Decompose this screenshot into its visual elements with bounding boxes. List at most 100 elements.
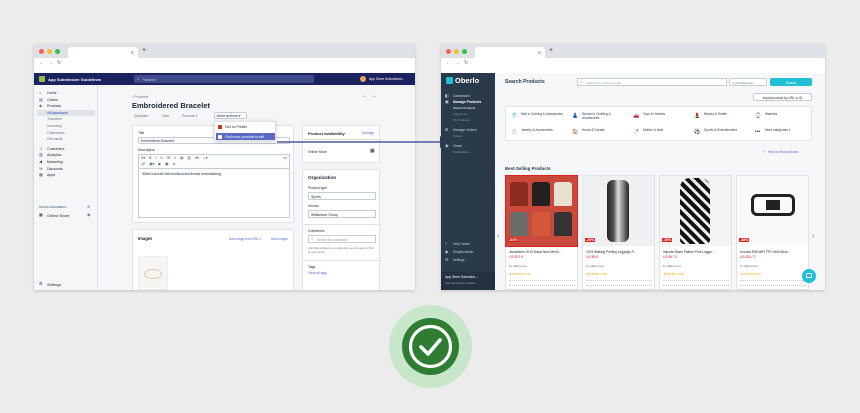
- browser-tab[interactable]: ✕: [475, 47, 545, 58]
- product-meta-line: [509, 280, 575, 281]
- reload-icon[interactable]: ↻: [464, 60, 468, 66]
- product-name: 2019 Walking Printing Leggings P...: [586, 250, 636, 254]
- store-switcher-name: App Store Submissi...: [445, 275, 478, 279]
- discount-badge: -30%: [662, 238, 673, 242]
- category-label: Beauty & Health: [704, 112, 728, 116]
- oberlo-nav-label: Search Products: [453, 106, 476, 110]
- product-search-input[interactable]: ⌕ Search for products to sell: [577, 78, 727, 86]
- oberlo-nav-label: Orders: [453, 134, 463, 138]
- help-icon: ?: [763, 149, 766, 154]
- product-rating: ★★★★★ (412): [740, 272, 762, 276]
- oberlo-bottom-nav-help-center[interactable]: ? Help Center: [441, 241, 495, 247]
- oberlo-nav-label: Manage Orders: [453, 128, 477, 132]
- product-card[interactable]: -30% Impulse Black Pattern Print Leggin..…: [659, 175, 732, 290]
- shopify-bag-icon: ◆: [445, 249, 449, 254]
- url-bar[interactable]: ← → ↻: [441, 58, 825, 68]
- help-find-link[interactable]: Help on find products: [768, 150, 798, 154]
- store-switcher-sub: App Submission Guideli...: [445, 281, 478, 285]
- product-meta-line: [509, 285, 575, 286]
- oberlo-bottom-nav-shopify-admin[interactable]: ◆ Shopify Admin: [441, 249, 495, 255]
- watch-icon: ⌚: [755, 113, 762, 119]
- toy-icon: 🚗: [633, 113, 640, 119]
- product-seller: by AliExpress: [740, 264, 759, 268]
- product-image: [505, 175, 578, 247]
- edit-on-printful-item[interactable]: Edit on Printful: [225, 125, 247, 129]
- carousel-left-icon[interactable]: ‹: [497, 233, 499, 240]
- drone-body: [766, 200, 780, 210]
- oberlo-nav-label: Settings: [453, 258, 465, 262]
- product-image: [737, 176, 808, 246]
- category-select[interactable]: In All Categories: [729, 78, 767, 86]
- product-rating: ★★★★★ (434): [663, 272, 685, 276]
- category-label: More categories ▾: [765, 128, 791, 132]
- checkmark-icon: [408, 324, 453, 369]
- close-dot[interactable]: [446, 49, 451, 54]
- oberlo-nav-my-products[interactable]: My Products: [441, 117, 495, 123]
- tab-close-icon[interactable]: ✕: [538, 50, 541, 55]
- oberlo-nav-label: Shopify Admin: [453, 250, 474, 254]
- category-sports-entertainment[interactable]: ⚽ Sports & Entertainment: [693, 126, 751, 140]
- oberlo-browser-window: ✕ + ← → ↻ Oberlo ◧ Dashboard ▣ Manage Product…: [441, 44, 825, 290]
- find-products-item[interactable]: Find more products to sell: [216, 133, 275, 140]
- category-home-garden[interactable]: 🏠 Home & Garden: [571, 126, 629, 140]
- product-card[interactable]: -29% 2019 Walking Printing Leggings P... U…: [582, 175, 655, 290]
- shirt-swatch: [532, 212, 550, 236]
- eye-icon: ◉: [445, 143, 449, 148]
- product-card[interactable]: -64% Jacksitems 2019 Brand New Men's... US…: [505, 175, 578, 290]
- back-icon[interactable]: ←: [446, 60, 451, 66]
- best-selling-heading: Best-Selling Products: [505, 166, 551, 171]
- forward-icon[interactable]: →: [455, 60, 460, 66]
- category-women-s-clothing-accessories[interactable]: 👗 Women's Clothing & Accessories: [571, 110, 629, 124]
- chat-button[interactable]: [802, 269, 816, 283]
- category-toys-hobbies[interactable]: 🚗 Toys & Hobbies: [632, 110, 690, 124]
- oberlo-nav-label: Dashboard: [453, 94, 470, 98]
- category-beauty-health[interactable]: 💄 Beauty & Health: [693, 110, 751, 124]
- product-image: [583, 176, 654, 246]
- minimize-dot[interactable]: [454, 49, 459, 54]
- oberlo-small-icon: [218, 134, 222, 139]
- category-jewelry-accessories[interactable]: 💍 Jewelry & Accessories: [510, 126, 568, 140]
- category-label: Men's Clothing & Accessories: [521, 112, 563, 116]
- category-more-categories-[interactable]: ••• More categories ▾: [754, 126, 812, 140]
- import-by-url-button[interactable]: Import product by URL or ID: [753, 93, 812, 101]
- carousel-right-icon[interactable]: ›: [812, 233, 814, 240]
- oberlo-nav-notifications[interactable]: Notifications: [441, 149, 495, 155]
- shirt-icon: 👕: [511, 113, 518, 119]
- product-name: Impulse Black Pattern Print Leggin...: [663, 250, 715, 254]
- product-meta-line: [740, 280, 806, 281]
- oberlo-sidebar: Oberlo ◧ Dashboard ▣ Manage Products Search …: [441, 73, 495, 290]
- search-icon: ⌕: [580, 79, 583, 84]
- product-card[interactable]: -38% Kurutsa E58 WIFI FPV With Wide... US …: [736, 175, 809, 290]
- shirt-swatch: [554, 212, 572, 236]
- store-switcher[interactable]: App Store Submissi... App Submission Gui…: [441, 272, 495, 290]
- more-actions-dropdown: Edit on Printful Find more products to s…: [214, 121, 276, 141]
- product-image: [660, 176, 731, 246]
- dashboard-icon: ◧: [445, 93, 449, 98]
- leggings-shape: [680, 178, 710, 244]
- product-meta-line: [663, 285, 729, 286]
- oberlo-bottom-nav-settings[interactable]: ⚙ Settings: [441, 257, 495, 263]
- search-button[interactable]: Search: [770, 78, 812, 86]
- categories-panel: 👕 Men's Clothing & Accessories 👗 Women's Cl…: [505, 106, 812, 141]
- category-label: Watches: [765, 112, 778, 116]
- category-mother-kids[interactable]: 🍼 Mother & Kids: [632, 126, 690, 140]
- maximize-dot[interactable]: [462, 49, 467, 54]
- product-price: US $6.73: [663, 255, 678, 259]
- product-price: US $6.5: [586, 255, 599, 259]
- shirt-swatch: [510, 212, 528, 236]
- oberlo-main: Search Products ⌕ Search for products to…: [495, 73, 825, 290]
- product-price: US $24.77: [740, 255, 757, 259]
- category-men-s-clothing-accessories[interactable]: 👕 Men's Clothing & Accessories: [510, 110, 568, 124]
- category-watches[interactable]: ⌚ Watches: [754, 110, 812, 124]
- product-rating: ★★★★★ (673): [509, 272, 531, 276]
- oberlo-logo-icon: [446, 77, 453, 84]
- oberlo-logo[interactable]: Oberlo: [455, 76, 479, 85]
- stroller-icon: 🍼: [633, 129, 640, 135]
- new-tab-icon[interactable]: +: [549, 47, 553, 55]
- oberlo-nav-label: Help Center: [453, 242, 471, 246]
- product-name: Kurutsa E58 WIFI FPV With Wide...: [740, 250, 791, 254]
- category-label: Jewelry & Accessories: [521, 128, 553, 132]
- product-seller: by AliExpress: [586, 264, 605, 268]
- oberlo-nav-orders[interactable]: Orders: [441, 133, 495, 139]
- discount-badge: -38%: [739, 238, 750, 242]
